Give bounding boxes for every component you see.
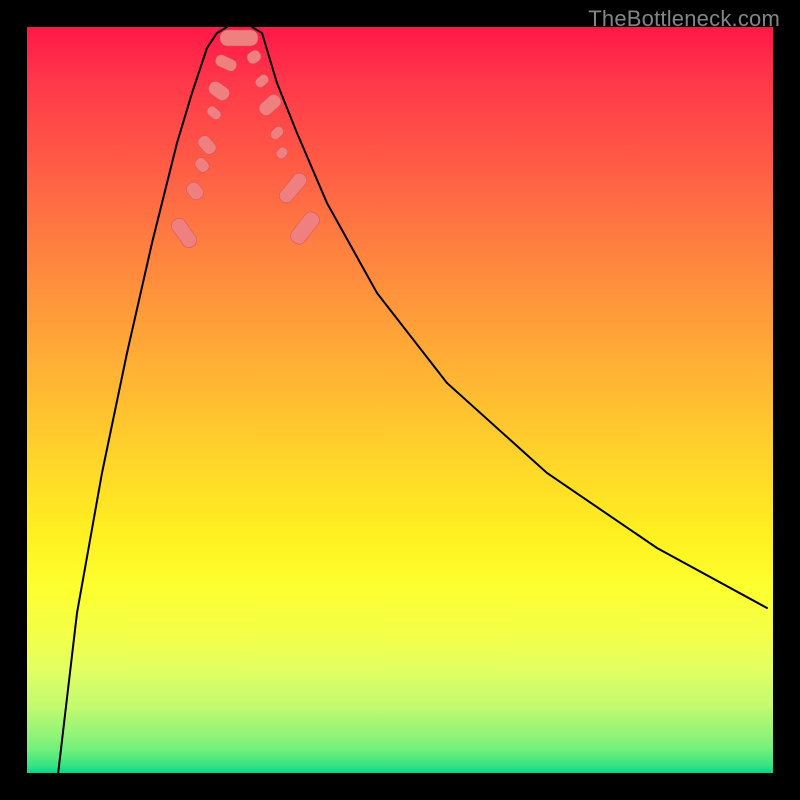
marker-14 bbox=[288, 209, 323, 247]
marker-1 bbox=[184, 180, 206, 203]
curve-right-curve bbox=[252, 27, 767, 608]
marker-6 bbox=[213, 53, 238, 73]
marker-11 bbox=[269, 125, 286, 142]
watermark-text: TheBottleneck.com bbox=[588, 6, 780, 32]
marker-3 bbox=[195, 133, 218, 157]
marker-7 bbox=[220, 30, 258, 46]
chart-svg bbox=[27, 27, 773, 773]
marker-13 bbox=[277, 170, 310, 205]
marker-12 bbox=[274, 145, 289, 161]
marker-10 bbox=[256, 92, 283, 118]
marker-9 bbox=[253, 73, 270, 90]
marker-0 bbox=[169, 216, 200, 251]
marker-4 bbox=[205, 104, 223, 121]
marker-2 bbox=[193, 155, 212, 174]
curves-group bbox=[57, 27, 767, 773]
chart-plot-area bbox=[27, 27, 773, 773]
marker-8 bbox=[245, 48, 263, 66]
marker-5 bbox=[206, 79, 232, 103]
